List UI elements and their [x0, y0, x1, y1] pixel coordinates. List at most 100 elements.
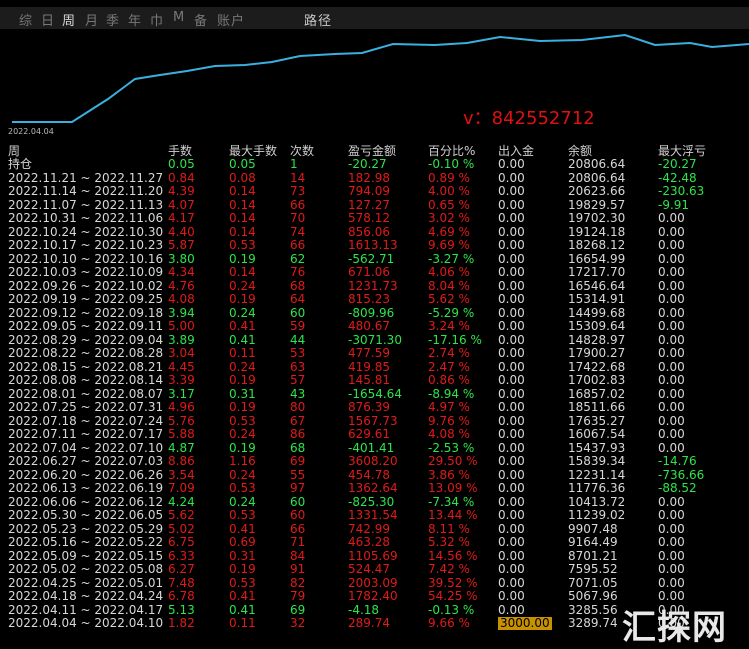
cell-count: 70 [290, 211, 306, 225]
tab-month[interactable]: 月 [85, 10, 99, 29]
tab-quarter[interactable]: 季 [106, 10, 120, 29]
cell-bal: 14828.97 [568, 332, 626, 347]
table-row[interactable]: 2022.09.05 ~ 2022.09.11 5.00 0.41 59 480.67 3… [0, 320, 749, 334]
cell-count: 80 [290, 400, 306, 414]
week-range: 2022.09.12 ~ 2022.09.18 [8, 305, 164, 320]
cell-pct: -8.94 % [428, 386, 475, 401]
cell-io: 0.00 [498, 373, 525, 387]
table-row[interactable]: 2022.05.30 ~ 2022.06.05 5.62 0.53 60 1331.54… [0, 509, 749, 523]
week-range: 2022.09.26 ~ 2022.10.02 [8, 278, 164, 293]
table-row[interactable]: 2022.08.08 ~ 2022.08.14 3.39 0.19 57 145.81 0… [0, 374, 749, 388]
cell-maxloss: 0.00 [658, 494, 685, 509]
cell-lots: 3.04 [168, 346, 195, 360]
cell-io: 0.00 [498, 197, 525, 212]
cell-max: 0.08 [229, 170, 256, 185]
cell-max: 0.24 [229, 278, 256, 293]
week-range: 2022.10.03 ~ 2022.10.09 [8, 265, 164, 279]
cell-max: 0.19 [229, 292, 256, 306]
tab-note[interactable]: 备 [194, 10, 208, 29]
cell-count: 43 [290, 386, 306, 401]
table-row[interactable]: 2022.07.18 ~ 2022.07.24 5.76 0.53 67 1567.73… [0, 414, 749, 429]
holding-row[interactable]: 持仓 0.05 0.05 1 -20.27 -0.10 % 0.00 20806.64 -20.… [0, 158, 749, 172]
cell-lots: 5.62 [168, 508, 195, 522]
cell-count: 66 [290, 521, 306, 536]
cell-pct: -2.53 % [428, 440, 475, 455]
table-row[interactable]: 2022.07.04 ~ 2022.07.10 4.87 0.19 68 -401.41… [0, 440, 749, 456]
cell-pct: 8.11 % [428, 521, 470, 536]
table-row[interactable]: 2022.05.09 ~ 2022.05.15 6.33 0.31 84 1105.69… [0, 548, 749, 564]
table-row[interactable]: 2022.10.17 ~ 2022.10.23 5.87 0.53 66 1613.13… [0, 239, 749, 253]
period-tabbar: 综 日 周 月 季 年 巾 M 备 账户 路径 [0, 7, 749, 29]
cell-count: 69 [290, 602, 306, 617]
cell-pct: -7.34 % [428, 494, 475, 509]
cell-bal: 14499.68 [568, 305, 626, 320]
table-row[interactable]: 2022.08.22 ~ 2022.08.28 3.04 0.11 53 477.59 2… [0, 347, 749, 361]
cell-lots: 7.09 [168, 481, 195, 495]
table-row[interactable]: 2022.06.27 ~ 2022.07.03 8.86 1.16 69 3608.20… [0, 455, 749, 469]
cell-max: 0.14 [229, 211, 256, 225]
cell-pnl: 629.61 [348, 427, 390, 441]
cell-max: 0.31 [229, 548, 256, 563]
cell-count: 73 [290, 184, 306, 198]
table-row[interactable]: 2022.09.26 ~ 2022.10.02 4.76 0.24 68 1231.73… [0, 278, 749, 294]
cell-max: 0.41 [229, 521, 256, 536]
table-row[interactable]: 2022.04.25 ~ 2022.05.01 7.48 0.53 82 2003.09… [0, 576, 749, 591]
table-row[interactable]: 2022.06.13 ~ 2022.06.19 7.09 0.53 97 1362.64… [0, 482, 749, 496]
cell-pnl: 419.85 [348, 359, 390, 374]
table-row[interactable]: 2022.05.02 ~ 2022.05.08 6.27 0.19 91 524.47 7… [0, 563, 749, 577]
cell-bal: 18268.12 [568, 238, 626, 252]
table-row[interactable]: 2022.05.16 ~ 2022.05.22 6.75 0.69 71 463.28 5… [0, 536, 749, 550]
cell-pnl: 182.98 [348, 170, 390, 185]
table-row[interactable]: 2022.08.29 ~ 2022.09.04 3.89 0.41 44 -3071.3… [0, 332, 749, 348]
table-row[interactable]: 2022.06.20 ~ 2022.06.26 3.54 0.24 55 454.78 3… [0, 467, 749, 483]
table-row[interactable]: 2022.05.23 ~ 2022.05.29 5.02 0.41 66 742.99 8… [0, 521, 749, 537]
cell-maxloss: 0.00 [658, 346, 685, 360]
cell-count: 71 [290, 535, 306, 549]
tab-week[interactable]: 周 [62, 10, 76, 29]
cell-pct: 5.32 % [428, 535, 470, 549]
cell-io: 0.00 [498, 170, 525, 185]
tab-path[interactable]: 路径 [304, 10, 332, 29]
tab-day[interactable]: 日 [41, 10, 55, 29]
table-row[interactable]: 2022.11.07 ~ 2022.11.13 4.07 0.14 66 127.27 0… [0, 197, 749, 213]
week-range: 2022.10.17 ~ 2022.10.23 [8, 238, 164, 252]
cell-pnl: 3608.20 [348, 454, 398, 468]
table-row[interactable]: 2022.06.06 ~ 2022.06.12 4.24 0.24 60 -825.30… [0, 494, 749, 510]
table-row[interactable]: 2022.10.31 ~ 2022.11.06 4.17 0.14 70 578.12 3… [0, 212, 749, 226]
cell-count: 91 [290, 562, 306, 576]
table-row[interactable]: 2022.10.03 ~ 2022.10.09 4.34 0.14 76 671.06 4… [0, 266, 749, 280]
table-row[interactable]: 2022.11.21 ~ 2022.11.27 0.84 0.08 14 182.98 0… [0, 170, 749, 186]
cell-max: 0.24 [229, 467, 256, 482]
table-row[interactable]: 2022.10.10 ~ 2022.10.16 3.80 0.19 62 -562.71… [0, 252, 749, 267]
table-row[interactable]: 2022.07.11 ~ 2022.07.17 5.88 0.24 86 629.61 4… [0, 428, 749, 442]
tab-year[interactable]: 年 [128, 10, 142, 29]
week-range: 2022.07.11 ~ 2022.07.17 [8, 427, 164, 441]
header-lots: 手数 [168, 144, 193, 158]
cell-io: 0.00 [498, 562, 525, 576]
tab-account[interactable]: 账户 [217, 10, 245, 29]
table-row[interactable]: 2022.09.19 ~ 2022.09.25 4.08 0.19 64 815.23 5… [0, 293, 749, 307]
tab-m[interactable]: M [173, 10, 185, 25]
tab-summary[interactable]: 综 [19, 10, 33, 29]
cell-bal: 5067.96 [568, 589, 618, 603]
cell-lots: 4.87 [168, 440, 195, 455]
cell-lots: 4.07 [168, 197, 195, 212]
tab-custom[interactable]: 巾 [150, 10, 164, 29]
v-contact-label: v：842552712 [463, 108, 595, 129]
table-row[interactable]: 2022.11.14 ~ 2022.11.20 4.39 0.14 73 794.09 4… [0, 185, 749, 199]
table-row[interactable]: 2022.08.01 ~ 2022.08.07 3.17 0.31 43 -1654.6… [0, 386, 749, 402]
cell-pnl: 578.12 [348, 211, 390, 225]
week-range: 2022.08.22 ~ 2022.08.28 [8, 346, 164, 360]
cell-pct: 4.97 % [428, 400, 470, 414]
cell-pnl: 671.06 [348, 265, 390, 279]
table-row[interactable]: 2022.10.24 ~ 2022.10.30 4.40 0.14 74 856.06 4… [0, 224, 749, 240]
table-row[interactable]: 2022.08.15 ~ 2022.08.21 4.45 0.24 63 419.85 2… [0, 359, 749, 375]
cell-maxloss: 0.00 [658, 400, 685, 414]
week-range: 2022.05.16 ~ 2022.05.22 [8, 535, 164, 549]
table-row[interactable]: 2022.07.25 ~ 2022.07.31 4.96 0.19 80 876.39 4… [0, 401, 749, 415]
cell-lots: 5.02 [168, 521, 195, 536]
cell-pct: 8.04 % [428, 278, 470, 293]
table-row[interactable]: 2022.09.12 ~ 2022.09.18 3.94 0.24 60 -809.96… [0, 305, 749, 321]
cell-max: 0.14 [229, 224, 256, 239]
cell-pct: 4.00 % [428, 184, 470, 198]
